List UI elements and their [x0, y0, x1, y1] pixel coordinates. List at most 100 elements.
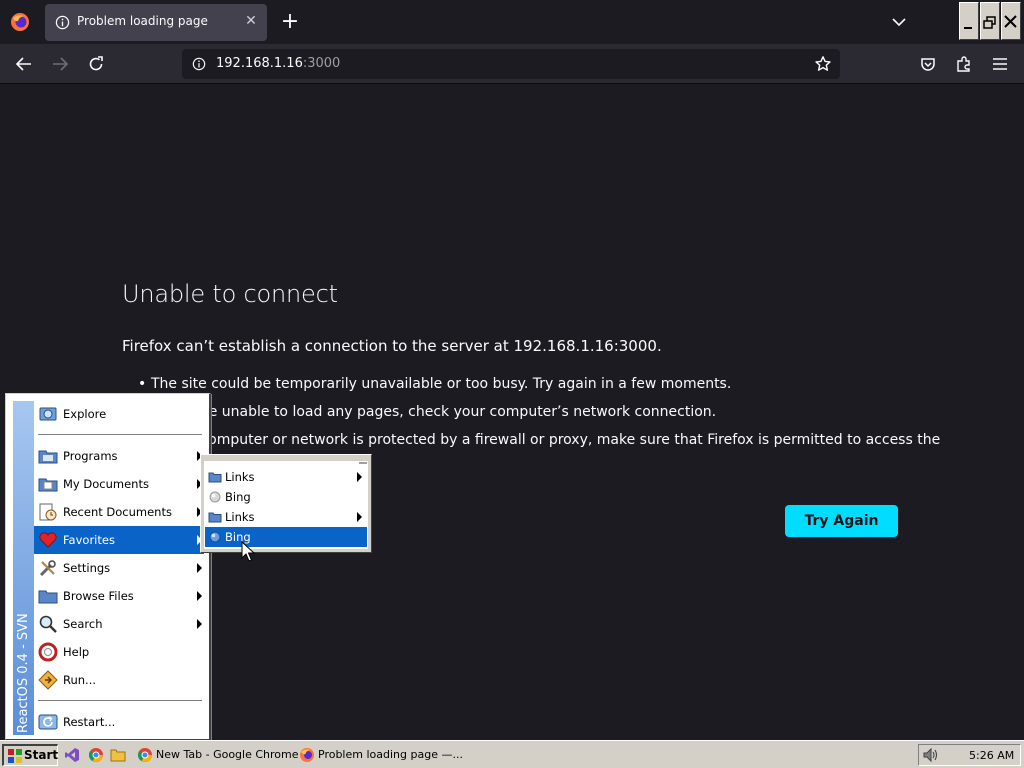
error-suggestions: The site could be temporarily unavailabl…: [138, 375, 940, 459]
documents-folder-icon: [38, 478, 58, 492]
favorites-item-label: Links: [225, 510, 255, 524]
error-title: Unable to connect: [122, 280, 338, 308]
firefox-icon: [300, 748, 314, 762]
globe-icon: [209, 491, 221, 503]
tab-title: Problem loading page: [77, 14, 208, 28]
menu-separator: [38, 434, 202, 436]
pocket-icon[interactable]: [919, 55, 937, 73]
chrome-icon[interactable]: [88, 747, 104, 763]
menu-item-programs[interactable]: Programs: [34, 442, 204, 470]
submenu-arrow-icon: [197, 563, 202, 573]
favorites-item-bing[interactable]: Bing: [205, 527, 367, 547]
tab-problem-loading[interactable]: Problem loading page ✕: [45, 4, 267, 41]
menu-item-label: Settings: [63, 561, 111, 575]
start-button[interactable]: Start: [2, 744, 58, 766]
visual-studio-icon[interactable]: [64, 747, 80, 763]
folder-icon: [38, 590, 58, 604]
menu-item-label: Recent Documents: [63, 505, 172, 519]
menu-separator: [38, 700, 202, 702]
window-close-button[interactable]: [1001, 2, 1021, 40]
start-label: Start: [24, 748, 59, 762]
menu-item-settings[interactable]: Settings: [34, 554, 204, 582]
menu-item-label: Help: [63, 645, 90, 659]
heart-icon: [39, 532, 57, 548]
suggestion-item: If you are unable to load any pages, che…: [138, 403, 918, 421]
system-tray: 5:26 AM: [918, 744, 1021, 766]
navigation-toolbar: 192.168.1.16:3000: [0, 44, 1024, 84]
chevron-down-icon[interactable]: [890, 14, 908, 30]
reload-icon[interactable]: [87, 55, 105, 73]
restart-icon: [38, 714, 58, 730]
tab-close-icon[interactable]: ✕: [243, 13, 259, 29]
favorites-submenu: Links Bing Links Bing: [200, 454, 372, 553]
url-port: :3000: [302, 56, 341, 71]
menu-item-my-documents[interactable]: My Documents: [34, 470, 204, 498]
run-icon: [38, 670, 58, 690]
menu-item-recent-documents[interactable]: Recent Documents: [34, 498, 204, 526]
submenu-arrow-icon: [197, 619, 202, 629]
start-menu-banner: ReactOS 0.4 - SVN: [13, 401, 34, 735]
favorites-list: Links Bing Links Bing: [204, 461, 368, 549]
favorites-item-label: Bing: [225, 490, 251, 504]
volume-icon[interactable]: [922, 747, 940, 763]
new-tab-button[interactable]: +: [280, 11, 300, 33]
programs-folder-icon: [38, 450, 58, 464]
lifebuoy-icon: [38, 642, 58, 662]
menu-item-favorites[interactable]: Favorites: [34, 526, 204, 554]
taskbar-item-label: New Tab - Google Chrome: [156, 748, 299, 761]
close-icon: [1004, 15, 1017, 28]
menu-item-search[interactable]: Search: [34, 610, 204, 638]
submenu-arrow-icon: [197, 591, 202, 601]
menu-item-label: Restart...: [63, 715, 116, 729]
minimize-icon: [964, 27, 972, 29]
window-minimize-button[interactable]: [959, 2, 979, 40]
taskbar: Start New Tab - Google Chrome Problem lo…: [0, 740, 1024, 768]
hamburger-menu-icon[interactable]: [991, 55, 1009, 73]
menu-item-label: Run...: [63, 673, 97, 687]
suggestion-item: If your computer or network is protected…: [138, 431, 940, 449]
menu-item-label: Programs: [63, 449, 118, 463]
menu-item-browse-files[interactable]: Browse Files: [34, 582, 204, 610]
globe-icon: [209, 531, 221, 543]
menu-item-restart[interactable]: Restart...: [34, 708, 204, 736]
folder-icon[interactable]: [110, 747, 126, 763]
window-restore-button[interactable]: [980, 2, 1000, 40]
bookmark-star-icon[interactable]: [814, 55, 832, 73]
favorites-item-bing[interactable]: Bing: [205, 487, 367, 507]
try-again-button[interactable]: Try Again: [785, 505, 898, 537]
info-icon: [55, 15, 70, 30]
favorites-item-links[interactable]: Links: [205, 507, 367, 527]
menu-item-run[interactable]: Run...: [34, 666, 204, 694]
taskbar-item-chrome[interactable]: New Tab - Google Chrome: [134, 744, 299, 766]
menu-item-label: My Documents: [63, 477, 149, 491]
mouse-cursor-icon: [241, 541, 255, 562]
back-arrow-icon[interactable]: [15, 55, 33, 73]
forward-arrow-icon[interactable]: [51, 55, 69, 73]
chrome-icon: [137, 748, 152, 762]
url-bar[interactable]: 192.168.1.16:3000: [182, 49, 840, 79]
os-version-label: ReactOS 0.4 - SVN: [16, 613, 31, 733]
menu-item-label: Browse Files: [63, 589, 134, 603]
url-text[interactable]: 192.168.1.16:3000: [216, 56, 340, 71]
favorites-item-label: Links: [225, 470, 255, 484]
clock[interactable]: 5:26 AM: [969, 749, 1014, 762]
menu-item-label: Explore: [63, 407, 107, 421]
restore-icon: [983, 16, 996, 29]
submenu-arrow-icon: [357, 472, 362, 482]
site-info-icon[interactable]: [192, 57, 206, 71]
start-menu: ReactOS 0.4 - SVN Explore Programs My Do…: [5, 393, 211, 740]
tab-strip: Problem loading page ✕ +: [0, 0, 1024, 44]
submenu-scroll-indicator[interactable]: [359, 462, 367, 466]
settings-icon: [39, 560, 56, 577]
favorites-item-links[interactable]: Links: [205, 467, 367, 487]
extensions-puzzle-icon[interactable]: [955, 55, 973, 73]
firefox-logo-icon[interactable]: [10, 12, 30, 32]
taskbar-item-firefox[interactable]: Problem loading page —...: [296, 744, 464, 766]
taskbar-item-label: Problem loading page —...: [318, 748, 463, 761]
url-host: 192.168.1.16: [216, 56, 303, 71]
error-description: Firefox can’t establish a connection to …: [122, 337, 662, 355]
magnifier-icon: [39, 615, 57, 633]
explore-icon: [39, 407, 57, 421]
menu-item-explore[interactable]: Explore: [34, 400, 204, 428]
menu-item-help[interactable]: Help: [34, 638, 204, 666]
